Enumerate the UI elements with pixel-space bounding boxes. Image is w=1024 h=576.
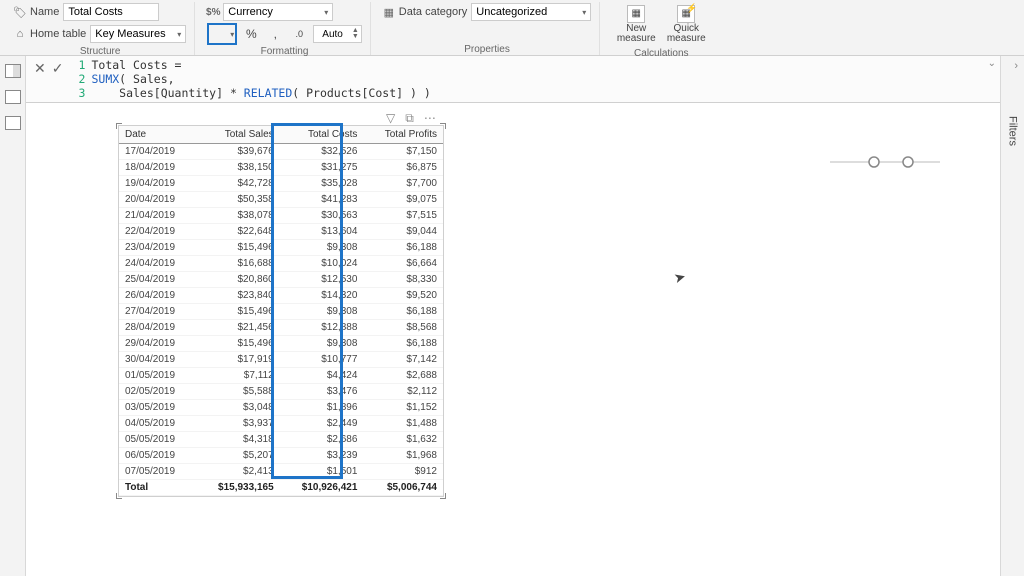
auto-label: Auto: [316, 29, 349, 40]
table-row[interactable]: 21/04/2019$38,078$30,563$7,515: [119, 208, 443, 224]
focus-icon[interactable]: ⧉: [405, 111, 414, 126]
model-view-icon[interactable]: [5, 116, 21, 130]
formula-editor[interactable]: 1Total Costs = 2SUMX( Sales, 3 Sales[Qua…: [71, 58, 996, 100]
left-view-rail: [0, 56, 26, 576]
home-table-label: Home table: [30, 28, 86, 40]
decimal-places-spinner[interactable]: Auto ▲ ▼: [313, 25, 362, 43]
format-value: Currency: [228, 6, 273, 18]
new-measure-button[interactable]: ▦ New measure: [612, 2, 660, 46]
filter-icon[interactable]: ▽: [386, 111, 395, 126]
quick-calc-icon: ▦⚡: [677, 5, 695, 23]
col-total-sales[interactable]: Total Sales: [196, 126, 280, 144]
ribbon-calculations-group: ▦ New measure ▦⚡ Quick measure Calculati…: [604, 2, 718, 55]
col-total-profits[interactable]: Total Profits: [363, 126, 443, 144]
overview-line-chart[interactable]: [830, 147, 940, 177]
table-row[interactable]: 18/04/2019$38,150$31,275$6,875: [119, 160, 443, 176]
table-row[interactable]: 27/04/2019$15,496$9,308$6,188: [119, 304, 443, 320]
currency-button[interactable]: [210, 25, 230, 43]
center-area: ✕ ✓ 1Total Costs = 2SUMX( Sales, 3 Sales…: [26, 56, 1000, 576]
table-visual[interactable]: Date Total Sales Total Costs Total Profi…: [118, 125, 444, 497]
data-category-label: Data category: [399, 6, 467, 18]
table-row[interactable]: 03/05/2019$3,048$1,896$1,152: [119, 400, 443, 416]
table-row[interactable]: 04/05/2019$3,937$2,449$1,488: [119, 416, 443, 432]
table-row[interactable]: 30/04/2019$17,919$10,777$7,142: [119, 352, 443, 368]
chevron-down-icon: ▾: [324, 8, 328, 17]
right-panel-rail[interactable]: › Filters: [1000, 56, 1024, 576]
table-row[interactable]: 02/05/2019$5,588$3,476$2,112: [119, 384, 443, 400]
name-label: Name: [30, 6, 59, 18]
home-icon: ⌂: [14, 28, 26, 40]
collapse-icon[interactable]: ›: [1014, 60, 1018, 72]
home-table-dropdown[interactable]: Key Measures ▾: [90, 25, 186, 43]
calculator-icon: ▦: [627, 5, 645, 23]
quick-measure-button[interactable]: ▦⚡ Quick measure: [662, 2, 710, 46]
category-icon: ▦: [383, 6, 395, 18]
table-row[interactable]: 19/04/2019$42,728$35,028$7,700: [119, 176, 443, 192]
ribbon-properties-group: ▦ Data category Uncategorized ▾ Properti…: [375, 2, 600, 55]
ribbon-structure-group: 🏷 Name ⌂ Home table Key Measures ▾ Struc…: [6, 2, 195, 55]
resize-handle[interactable]: [440, 123, 446, 129]
table-row[interactable]: 23/04/2019$15,496$9,308$6,188: [119, 240, 443, 256]
resize-handle[interactable]: [116, 123, 122, 129]
formula-expand-icon[interactable]: ⌄: [988, 58, 996, 69]
formula-bar[interactable]: ✕ ✓ 1Total Costs = 2SUMX( Sales, 3 Sales…: [26, 56, 1000, 103]
data-category-value: Uncategorized: [476, 6, 547, 18]
chevron-down-icon[interactable]: ▾: [230, 30, 234, 39]
col-date[interactable]: Date: [119, 126, 196, 144]
data-view-icon[interactable]: [5, 90, 21, 104]
table-row[interactable]: 17/04/2019$39,676$32,526$7,150: [119, 144, 443, 160]
table-row[interactable]: 06/05/2019$5,207$3,239$1,968: [119, 448, 443, 464]
data-category-dropdown[interactable]: Uncategorized ▾: [471, 3, 591, 21]
resize-handle[interactable]: [116, 493, 122, 499]
ribbon: 🏷 Name ⌂ Home table Key Measures ▾ Struc…: [0, 0, 1024, 56]
percent-button[interactable]: %: [241, 25, 261, 43]
more-options-icon[interactable]: ⋯: [424, 111, 436, 126]
table-row[interactable]: 28/04/2019$21,456$12,888$8,568: [119, 320, 443, 336]
thousands-separator-button[interactable]: ,: [265, 25, 285, 43]
main-area: ✕ ✓ 1Total Costs = 2SUMX( Sales, 3 Sales…: [0, 56, 1024, 576]
table-row[interactable]: 25/04/2019$20,860$12,530$8,330: [119, 272, 443, 288]
decimal-button[interactable]: .0: [289, 25, 309, 43]
table-row[interactable]: 05/05/2019$4,318$2,686$1,632: [119, 432, 443, 448]
table-row[interactable]: 07/05/2019$2,413$1,501$912: [119, 464, 443, 480]
resize-handle[interactable]: [440, 493, 446, 499]
table-row[interactable]: 26/04/2019$23,840$14,320$9,520: [119, 288, 443, 304]
ribbon-formatting-group: $% Currency ▾ ▾ % , .0 Auto ▲ ▼: [199, 2, 371, 55]
chevron-down-icon: ▾: [177, 30, 181, 39]
report-canvas[interactable]: ▽ ⧉ ⋯ Date Total Sales Total Costs Total…: [26, 103, 1000, 576]
tag-icon: 🏷: [14, 6, 26, 18]
col-total-costs[interactable]: Total Costs: [280, 126, 364, 144]
table-total-row: Total $15,933,165 $10,926,421 $5,006,744: [119, 480, 443, 496]
cancel-icon[interactable]: ✕: [34, 60, 46, 77]
table-row[interactable]: 29/04/2019$15,496$9,308$6,188: [119, 336, 443, 352]
table-header: Date Total Sales Total Costs Total Profi…: [119, 126, 443, 144]
report-view-icon[interactable]: [5, 64, 21, 78]
format-dropdown[interactable]: Currency ▾: [223, 3, 333, 21]
name-input[interactable]: [63, 3, 159, 21]
table-row[interactable]: 20/04/2019$50,358$41,283$9,075: [119, 192, 443, 208]
spinner-down-icon[interactable]: ▼: [352, 34, 359, 40]
table-row[interactable]: 24/04/2019$16,688$10,024$6,664: [119, 256, 443, 272]
filters-label[interactable]: Filters: [1007, 116, 1019, 146]
currency-button-highlight: ▾: [207, 23, 237, 45]
table-body: 17/04/2019$39,676$32,526$7,15018/04/2019…: [119, 144, 443, 480]
mouse-cursor-icon: ➤: [672, 268, 688, 287]
visual-toolbar: ▽ ⧉ ⋯: [386, 111, 436, 126]
table-row[interactable]: 01/05/2019$7,112$4,424$2,688: [119, 368, 443, 384]
home-table-value: Key Measures: [95, 28, 165, 40]
chevron-down-icon: ▾: [582, 8, 586, 17]
properties-caption: Properties: [464, 44, 510, 55]
commit-icon[interactable]: ✓: [52, 60, 64, 77]
format-icon: $%: [207, 6, 219, 18]
table-row[interactable]: 22/04/2019$22,648$13,604$9,044: [119, 224, 443, 240]
